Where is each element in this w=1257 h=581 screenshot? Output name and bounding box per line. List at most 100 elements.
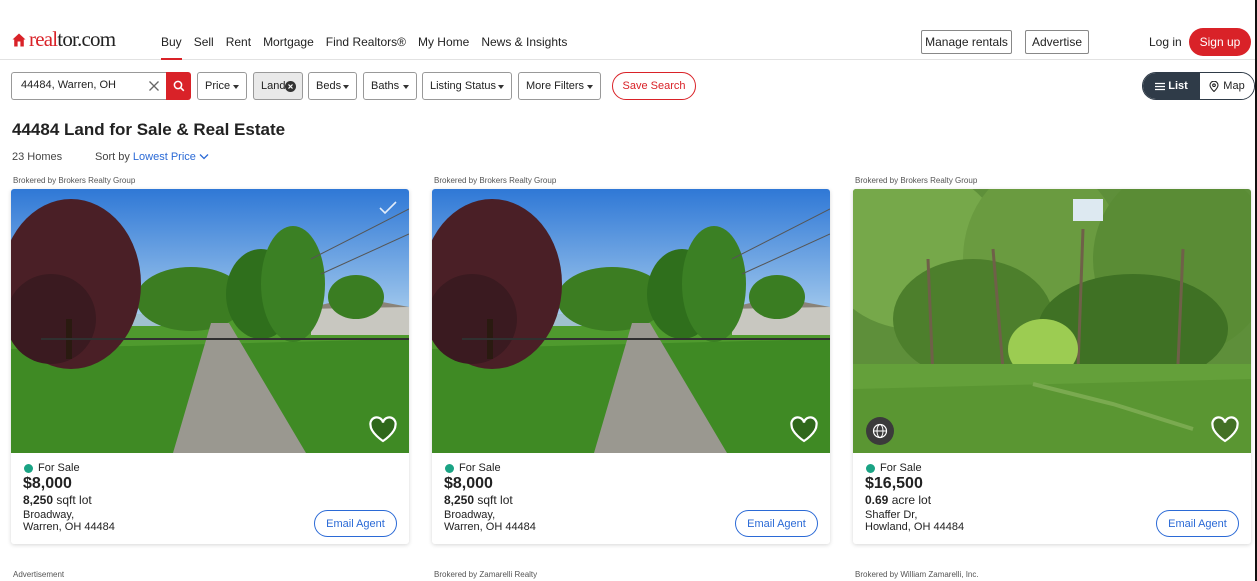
listing-photo[interactable] [432,189,830,453]
signup-button[interactable]: Sign up [1189,28,1251,56]
listing-photo[interactable] [853,189,1251,453]
listing-photo[interactable] [11,189,409,453]
realtor-logo[interactable]: realtor.com [12,27,116,51]
sort-value[interactable]: Lowest Price [133,151,196,163]
logo-text: realtor.com [29,27,116,51]
save-search-button[interactable]: Save Search [612,72,696,100]
heart-icon[interactable] [1210,415,1240,445]
view-toggle: List Map [1142,72,1255,100]
address-city: Warren, OH 44484 [23,521,115,533]
sort-control[interactable]: Sort by Lowest Price [95,151,209,163]
nav-find-realtors[interactable]: Find Realtors® [326,35,406,49]
listing-card[interactable]: For Sale $8,000 8,250 sqft lot Broadway,… [11,189,409,544]
map-view-button[interactable]: Map [1200,73,1254,99]
heart-icon[interactable] [368,415,398,445]
caret-down-icon [403,85,409,89]
more-filters-button[interactable]: More Filters [518,72,601,100]
house-logo-icon [12,33,26,46]
listing-card[interactable]: For Sale $8,000 8,250 sqft lot Broadway,… [432,189,830,544]
broker-label: Brokered by Brokers Realty Group [434,176,557,185]
nav-sell[interactable]: Sell [194,35,214,49]
listing-status-filter-label: Listing Status [430,80,497,92]
listing-price: $8,000 [444,475,493,492]
listing-status: For Sale [24,462,80,474]
nav-rent[interactable]: Rent [226,35,251,49]
results-count: 23 Homes [12,151,63,163]
list-icon [1155,82,1166,90]
status-dot [445,463,454,473]
sort-label: Sort by [95,151,130,163]
price-filter-label: Price [205,80,231,92]
lot-unit: acre lot [891,493,932,507]
clear-icon[interactable] [148,80,160,92]
lot-size: 8,250 sqft lot [444,493,513,507]
baths-filter-label: Baths [371,80,400,92]
lot-value: 8,250 [23,493,54,507]
address-city: Warren, OH 44484 [444,521,536,533]
search-button[interactable] [166,72,191,100]
3d-tour-icon [872,423,888,439]
address-street: Broadway, [23,509,75,521]
listing-status: For Sale [866,462,922,474]
lot-size: 8,250 sqft lot [23,493,92,507]
page-title: 44484 Land for Sale & Real Estate [12,120,286,139]
broker-label: Brokered by Brokers Realty Group [13,176,136,185]
price-filter[interactable]: Price [197,72,247,100]
land-filter-label: Land [261,80,286,92]
main-nav: Buy Sell Rent Mortgage Find Realtors® My… [161,35,579,60]
caret-down-icon [233,85,239,89]
advertise-button[interactable]: Advertise [1025,30,1089,54]
caret-down-icon [587,85,593,89]
advertisement-label: Advertisement [13,570,65,579]
nav-my-home[interactable]: My Home [418,35,469,49]
remove-filter-icon[interactable] [285,81,296,92]
manage-rentals-button[interactable]: Manage rentals [921,30,1012,54]
lot-value: 8,250 [444,493,475,507]
list-view-label: List [1168,80,1188,92]
chevron-down-icon [199,154,209,160]
search-input[interactable] [21,79,141,91]
beds-filter[interactable]: Beds [308,72,357,100]
lot-value: 0.69 [865,493,889,507]
checkmark-icon [379,201,397,215]
lot-unit: sqft lot [56,493,92,507]
listing-address[interactable]: Broadway, Warren, OH 44484 [444,509,536,533]
nav-mortgage[interactable]: Mortgage [263,35,314,49]
lot-size: 0.69 acre lot [865,493,931,507]
site-header: realtor.com Buy Sell Rent Mortgage Find … [0,0,1257,60]
nav-buy[interactable]: Buy [161,35,182,60]
email-agent-button[interactable]: Email Agent [1156,510,1239,537]
broker-label: Brokered by Brokers Realty Group [855,176,978,185]
listing-price: $8,000 [23,475,72,492]
lot-unit: sqft lot [477,493,513,507]
address-city: Howland, OH 44484 [865,521,965,533]
address-street: Broadway, [444,509,496,521]
login-link[interactable]: Log in [1149,35,1182,49]
baths-filter[interactable]: Baths [363,72,417,100]
3d-tour-badge[interactable] [866,417,894,445]
more-filters-label: More Filters [526,80,585,92]
nav-news-insights[interactable]: News & Insights [481,35,567,49]
heart-icon[interactable] [789,415,819,445]
status-dot [24,463,33,473]
location-search [11,72,167,100]
search-icon [173,80,184,92]
map-view-label: Map [1223,80,1245,92]
land-filter[interactable]: Land [253,72,303,100]
listing-address[interactable]: Broadway, Warren, OH 44484 [23,509,115,533]
listing-status-filter[interactable]: Listing Status [422,72,512,100]
caret-down-icon [343,85,349,89]
listing-address[interactable]: Shaffer Dr, Howland, OH 44484 [865,509,964,533]
broker-label: Brokered by William Zamarelli, Inc. [855,570,979,579]
list-view-button[interactable]: List [1143,73,1200,99]
email-agent-button[interactable]: Email Agent [735,510,818,537]
status-dot [866,463,875,473]
map-pin-icon [1209,80,1219,92]
listing-status: For Sale [445,462,501,474]
email-agent-button[interactable]: Email Agent [314,510,397,537]
broker-label: Brokered by Zamarelli Realty [434,570,538,579]
status-text: For Sale [880,462,922,474]
status-text: For Sale [459,462,501,474]
listing-card[interactable]: For Sale $16,500 0.69 acre lot Shaffer D… [853,189,1251,544]
beds-filter-label: Beds [316,80,342,92]
